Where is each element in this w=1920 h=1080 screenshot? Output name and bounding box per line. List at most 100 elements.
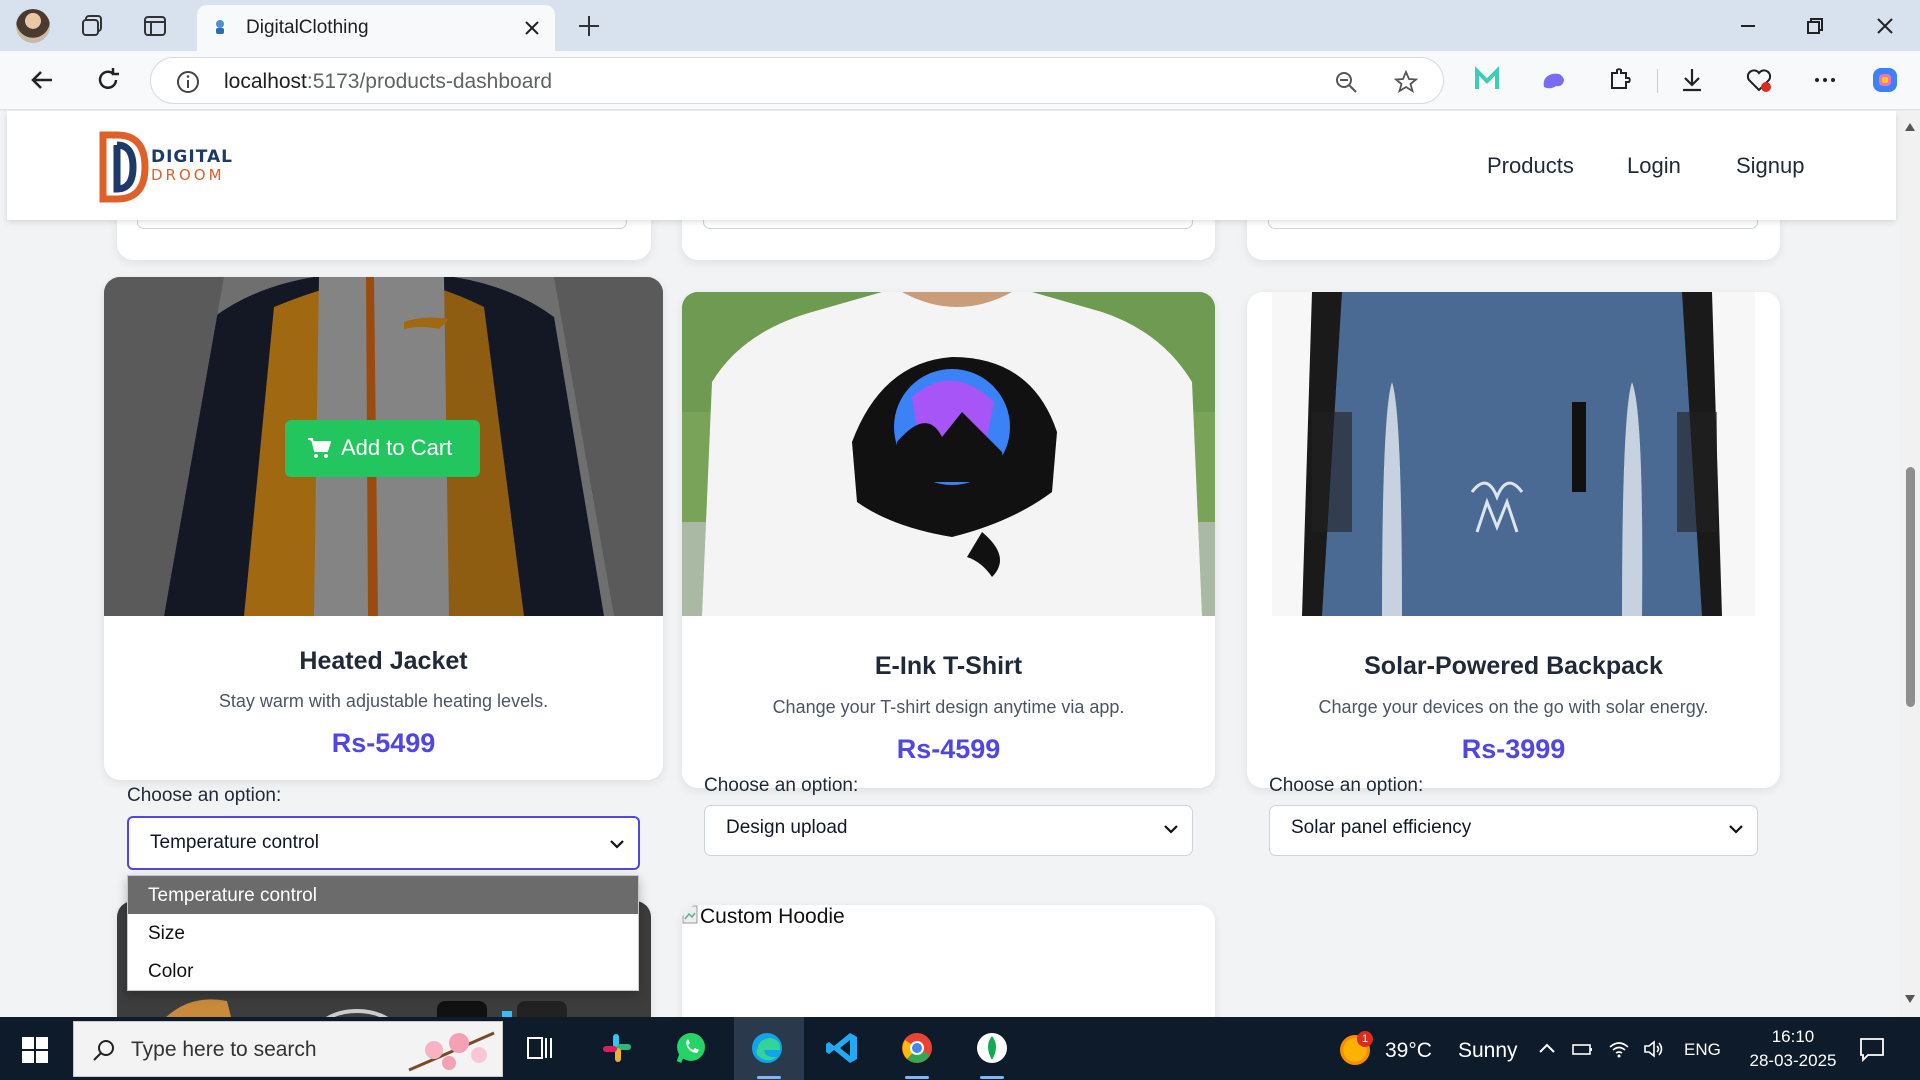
taskbar-search-box[interactable]: Type here to search: [73, 1021, 503, 1077]
scroll-down-icon[interactable]: [1905, 995, 1915, 1003]
downloads-icon[interactable]: [1677, 65, 1707, 95]
product-price: Rs-5499: [331, 728, 436, 758]
product-description: Change your T-shirt design anytime via a…: [772, 697, 1125, 717]
broken-image-alt-text: Custom Hoodie: [682, 905, 845, 929]
chevron-down-icon: [1729, 825, 1743, 834]
product-description: Charge your devices on the go with solar…: [1318, 697, 1709, 717]
restore-icon[interactable]: [1801, 12, 1829, 40]
url-text[interactable]: localhost:5173/products-dashboard: [224, 70, 552, 94]
chevron-down-icon: [610, 840, 624, 849]
nav-login[interactable]: Login: [1627, 153, 1681, 179]
taskbar-clock[interactable]: 16:10 28-03-2025: [1745, 1025, 1841, 1073]
product-title: Solar-Powered Backpack: [1364, 652, 1663, 680]
toolbar-divider: [1657, 69, 1658, 93]
close-tab-icon[interactable]: [521, 17, 543, 39]
search-placeholder: Type here to search: [131, 1038, 317, 1061]
m-extension-icon[interactable]: [1472, 65, 1502, 95]
running-app-indicator: [980, 1076, 1004, 1079]
dropdown-option[interactable]: Size: [128, 914, 638, 952]
browser-tab-bar: DigitalClothing: [0, 0, 1920, 51]
product-card-eink-tshirt[interactable]: E-Ink T-Shirt Change your T-shirt design…: [682, 292, 1215, 788]
cloud-extension-icon[interactable]: [1538, 65, 1568, 95]
product-title: E-Ink T-Shirt: [874, 652, 1023, 680]
copilot-icon[interactable]: [1870, 65, 1900, 95]
site-header: DIGITAL DROOM Products Login Signup: [7, 111, 1896, 220]
product-price: Rs-3999: [1461, 734, 1566, 764]
clock-date: 28-03-2025: [1749, 1051, 1837, 1070]
browser-toolbar: localhost:5173/products-dashboard: [0, 51, 1920, 110]
wifi-icon[interactable]: [1607, 1037, 1631, 1061]
solar-backpack-image: [1272, 292, 1755, 616]
logo-text-droom: DROOM: [151, 166, 225, 184]
battery-icon[interactable]: [1570, 1037, 1594, 1061]
product-card-solar-backpack[interactable]: Solar-Powered Backpack Charge your devic…: [1247, 292, 1780, 788]
product-card-heated-jacket[interactable]: Add to Cart Heated Jacket Stay warm with…: [104, 277, 663, 780]
product-title: Heated Jacket: [299, 647, 468, 675]
dropdown-option[interactable]: Temperature control: [128, 876, 638, 914]
page-scrollbar[interactable]: [1900, 111, 1920, 1017]
close-window-icon[interactable]: [1871, 12, 1899, 40]
product-price: Rs-4599: [896, 734, 1001, 764]
product-card-custom-hoodie[interactable]: Custom Hoodie: [682, 905, 1215, 1017]
weather-badge: 1: [1357, 1031, 1373, 1047]
weather-temperature[interactable]: 39°C: [1385, 1039, 1432, 1063]
nav-signup[interactable]: Signup: [1736, 153, 1805, 179]
option-select-eink-tshirt[interactable]: Design upload: [704, 805, 1193, 856]
extensions-icon[interactable]: [1604, 65, 1634, 95]
chrome-icon[interactable]: [899, 1030, 935, 1066]
add-to-cart-label: Add to Cart: [341, 435, 453, 460]
more-menu-icon[interactable]: [1810, 65, 1840, 95]
browser-essentials-icon[interactable]: [1744, 65, 1774, 95]
reload-icon[interactable]: [92, 64, 124, 96]
logo-text-digital: DIGITAL: [151, 147, 233, 167]
scroll-up-icon[interactable]: [1905, 123, 1915, 131]
new-tab-icon[interactable]: [575, 12, 603, 40]
product-description: Stay warm with adjustable heating levels…: [218, 691, 549, 711]
vscode-icon[interactable]: [824, 1030, 860, 1066]
favorite-star-icon[interactable]: [1393, 69, 1419, 95]
nav-products[interactable]: Products: [1487, 153, 1574, 179]
add-to-cart-button[interactable]: Add to Cart: [285, 420, 480, 477]
windows-start-icon[interactable]: [22, 1037, 48, 1063]
active-app-indicator: [757, 1076, 781, 1079]
site-info-icon[interactable]: [175, 69, 201, 95]
language-indicator[interactable]: ENG: [1684, 1040, 1721, 1060]
search-icon: [93, 1040, 114, 1061]
page-viewport: DIGITAL DROOM Products Login Signup Add: [0, 111, 1920, 1017]
weather-condition[interactable]: Sunny: [1458, 1039, 1518, 1063]
notification-center-icon[interactable]: [1858, 1035, 1886, 1063]
scrollbar-thumb[interactable]: [1906, 467, 1915, 707]
select-value: Design upload: [726, 817, 848, 838]
cherry-blossom-icon: [408, 1031, 495, 1072]
address-bar[interactable]: localhost:5173/products-dashboard: [150, 57, 1444, 104]
select-value: Solar panel efficiency: [1291, 817, 1472, 838]
dropdown-option[interactable]: Color: [128, 952, 638, 990]
workspaces-icon[interactable]: [80, 13, 106, 39]
active-tab[interactable]: DigitalClothing: [197, 5, 555, 51]
tab-actions-icon[interactable]: [142, 13, 168, 39]
edge-browser-icon[interactable]: [749, 1030, 785, 1066]
running-app-indicator: [905, 1076, 929, 1079]
profile-avatar[interactable]: [16, 9, 50, 43]
windows-taskbar: Type here to search 1 39°C Sunny ENG 16:…: [0, 1017, 1920, 1080]
volume-icon[interactable]: [1642, 1037, 1666, 1061]
select-value: Temperature control: [150, 832, 319, 853]
option-select-heated-jacket[interactable]: Temperature control: [127, 816, 640, 870]
mongodb-compass-icon[interactable]: [974, 1030, 1010, 1066]
clock-time: 16:10: [1771, 1027, 1815, 1046]
eink-tshirt-image: [682, 292, 1215, 616]
tab-title: DigitalClothing: [246, 17, 369, 38]
whatsapp-icon[interactable]: [673, 1030, 709, 1066]
task-view-icon[interactable]: [522, 1030, 558, 1066]
option-dropdown-list: Temperature control Size Color: [127, 875, 639, 991]
slack-icon[interactable]: [599, 1030, 635, 1066]
zoom-icon[interactable]: [1333, 69, 1359, 95]
option-label: Choose an option:: [1269, 775, 1424, 796]
option-select-solar-backpack[interactable]: Solar panel efficiency: [1269, 805, 1758, 856]
chevron-up-icon[interactable]: [1535, 1037, 1559, 1061]
minimize-icon[interactable]: [1734, 12, 1762, 40]
option-label: Choose an option:: [704, 775, 859, 796]
back-icon[interactable]: [26, 64, 58, 96]
option-label: Choose an option:: [127, 785, 282, 806]
chevron-down-icon: [1164, 825, 1178, 834]
